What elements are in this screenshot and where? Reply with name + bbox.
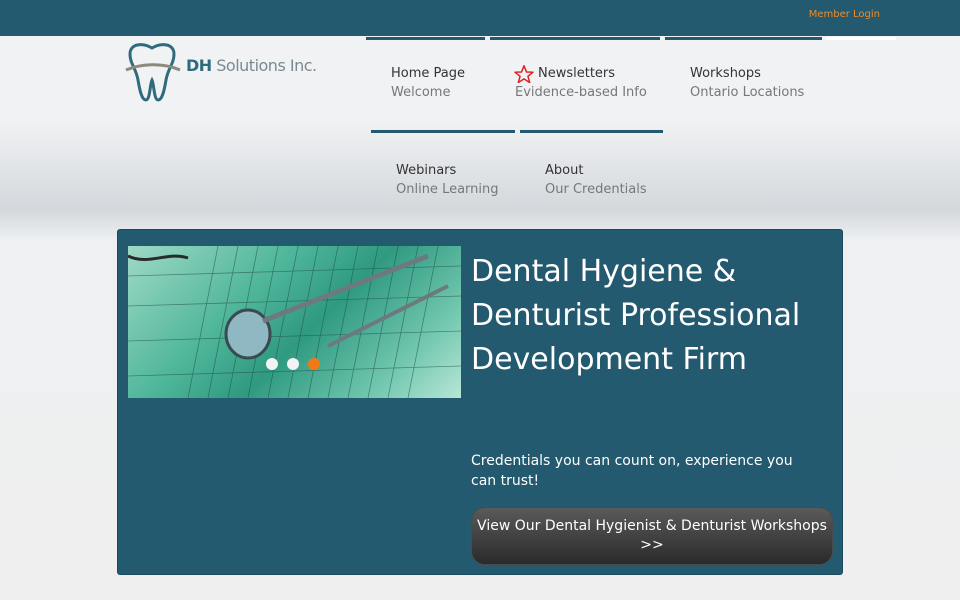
nav-item-workshops[interactable]: Workshops Ontario Locations [665, 37, 822, 100]
nav-title: About [545, 163, 584, 178]
nav-item-about[interactable]: About Our Credentials [520, 130, 663, 197]
slider-dots [266, 358, 320, 370]
hero-panel: Dental Hygiene & Denturist Professional … [117, 229, 843, 575]
member-login-link[interactable]: Member Login [809, 9, 880, 20]
nav-subtitle: Our Credentials [545, 182, 647, 197]
view-workshops-button[interactable]: View Our Dental Hygienist & Denturist Wo… [471, 507, 833, 565]
nav-subtitle: Ontario Locations [690, 85, 805, 100]
logo-text: DH Solutions Inc. [186, 56, 317, 75]
star-outline-icon [514, 65, 534, 83]
logo[interactable]: DH Solutions Inc. [122, 40, 322, 104]
nav-divider [826, 37, 896, 40]
logo-brand-rest: Solutions Inc. [211, 56, 317, 75]
nav-subtitle: Online Learning [396, 182, 499, 197]
tooth-logo-icon [125, 43, 181, 102]
nav-item-newsletters[interactable]: Newsletters Evidence-based Info [490, 37, 660, 100]
nav-title: Webinars [396, 163, 457, 178]
nav-subtitle: Evidence-based Info [515, 85, 647, 100]
nav-item-webinars[interactable]: Webinars Online Learning [371, 130, 515, 197]
top-bar: Member Login [0, 0, 960, 36]
nav-item-home[interactable]: Home Page Welcome [366, 37, 485, 100]
hero-subtitle: Credentials you can count on, experience… [471, 453, 793, 489]
nav-subtitle: Welcome [391, 85, 451, 100]
nav-title: Newsletters [538, 66, 616, 81]
slider-dot[interactable] [266, 358, 278, 370]
hero-title: Dental Hygiene & Denturist Professional … [471, 254, 801, 377]
nav-title: Workshops [690, 66, 761, 81]
hero-slide-image[interactable] [128, 246, 461, 398]
slider-dot[interactable] [287, 358, 299, 370]
slider-dot-active[interactable] [308, 358, 320, 370]
dental-chart-illustration [128, 246, 461, 398]
logo-brand-bold: DH [186, 56, 212, 75]
nav-title: Home Page [391, 66, 465, 81]
